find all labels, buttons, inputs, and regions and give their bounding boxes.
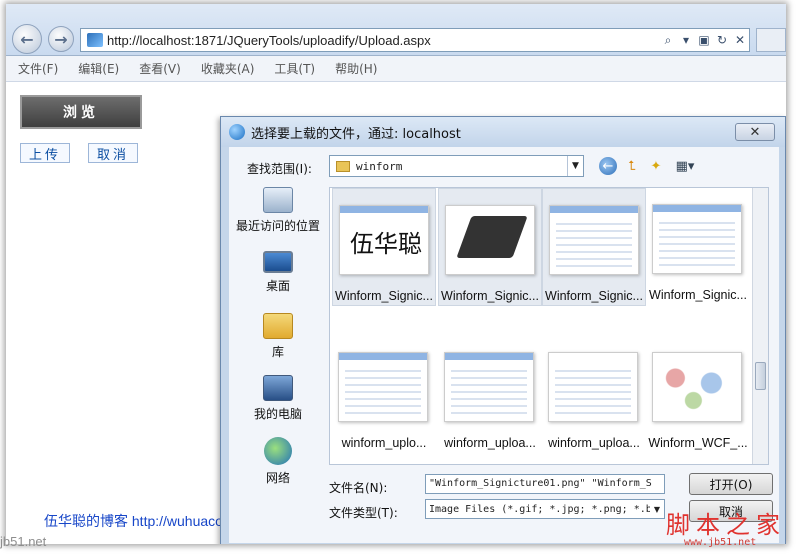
file-item[interactable]: Winform_Signic... — [438, 188, 542, 306]
file-thumbnail — [444, 352, 534, 422]
menu-view[interactable]: 查看(V) — [139, 60, 181, 77]
place-network-label: 网络 — [265, 471, 290, 485]
back-button[interactable]: ← — [12, 24, 42, 54]
menu-tools[interactable]: 工具(T) — [274, 60, 315, 77]
browse-button[interactable]: 浏览 — [20, 95, 142, 129]
file-list: 伍华聪 Winform_Signic... Winform_Signic... … — [329, 187, 769, 465]
filename-label: 文件名(N): — [329, 481, 388, 495]
file-item[interactable]: winform_uploa... — [438, 336, 542, 454]
lookin-dropdown[interactable]: winform ▼ — [329, 155, 584, 177]
dialog-body: 查找范围(I): winform ▼ ← ⮤ ✦ ▦▾ 最近访问的位置 桌面 库… — [229, 147, 779, 543]
file-item[interactable]: Winform_Signic... — [542, 188, 646, 306]
dialog-title: 选择要上载的文件，通过: localhost — [251, 126, 461, 142]
library-icon — [263, 313, 293, 339]
place-library-label: 库 — [271, 345, 284, 359]
menu-bar: 文件(F) 编辑(E) 查看(V) 收藏夹(A) 工具(T) 帮助(H) — [6, 56, 786, 82]
filetype-select[interactable]: Image Files (*.gif; *.jpg; *.png; *.b ▼ — [425, 499, 665, 519]
file-name: Winform_Signic... — [649, 288, 747, 302]
file-name: winform_uplo... — [341, 436, 427, 450]
lookin-value: winform — [356, 159, 403, 173]
menu-file[interactable]: 文件(F) — [18, 60, 58, 77]
back-icon[interactable]: ← — [599, 157, 617, 175]
file-name: Winform_Signic... — [545, 289, 643, 303]
place-computer-label: 我的电脑 — [253, 407, 302, 421]
close-icon: ✕ — [749, 124, 761, 140]
file-open-dialog: 选择要上载的文件，通过: localhost ✕ 查找范围(I): winfor… — [220, 116, 786, 544]
page-icon — [87, 33, 103, 47]
address-bar[interactable]: http://localhost:1871/JQueryTools/upload… — [80, 28, 750, 52]
site-watermark-left: jb51.net — [0, 534, 47, 549]
forward-arrow-icon: → — [54, 29, 68, 49]
computer-icon — [263, 375, 293, 401]
compatibility-icon[interactable]: ▣ — [695, 33, 713, 47]
file-item[interactable]: Winform_WCF_... — [646, 336, 750, 454]
scrollbar-thumb[interactable] — [755, 362, 766, 390]
lookin-label: 查找范围(I): — [247, 162, 312, 176]
browser-toolbar: ← → http://localhost:1871/JQueryTools/up… — [6, 4, 786, 56]
refresh-icon[interactable]: ↻ — [713, 33, 731, 47]
stop-icon[interactable]: ✕ — [731, 33, 749, 47]
file-item[interactable]: winform_uploa... — [542, 336, 646, 454]
file-thumbnail — [652, 204, 742, 274]
dialog-close-button[interactable]: ✕ — [735, 123, 775, 141]
file-thumbnail — [548, 352, 638, 422]
new-folder-icon[interactable]: ✦ — [647, 157, 665, 175]
file-name: Winform_Signic... — [441, 289, 539, 303]
file-thumbnail — [338, 352, 428, 422]
screenshot-frame: ← → http://localhost:1871/JQueryTools/up… — [6, 4, 786, 544]
file-thumbnail — [652, 352, 742, 422]
file-list-scrollbar[interactable] — [752, 188, 768, 464]
filetype-value: Image Files (*.gif; *.jpg; *.png; *.b — [429, 503, 650, 515]
place-computer[interactable]: 我的电脑 — [229, 375, 327, 422]
search-icon[interactable]: ⌕ — [659, 33, 677, 48]
place-recent[interactable]: 最近访问的位置 — [229, 187, 327, 234]
file-name: Winform_WCF_... — [648, 436, 748, 450]
tab-favicon[interactable] — [756, 28, 786, 52]
chevron-down-icon[interactable]: ▼ — [650, 505, 664, 514]
file-item[interactable]: winform_uplo... — [332, 336, 436, 454]
address-text[interactable]: http://localhost:1871/JQueryTools/upload… — [107, 33, 659, 48]
chevron-down-icon[interactable]: ▼ — [567, 156, 583, 176]
recent-places-icon — [263, 187, 293, 213]
open-button[interactable]: 打开(O) — [689, 473, 773, 495]
view-menu-icon[interactable]: ▦▾ — [671, 157, 699, 175]
file-item[interactable]: Winform_Signic... — [646, 188, 750, 306]
place-network[interactable]: 网络 — [229, 437, 327, 486]
place-recent-label: 最近访问的位置 — [235, 219, 320, 233]
file-name: winform_uploa... — [548, 436, 640, 450]
file-name: winform_uploa... — [444, 436, 536, 450]
filename-input[interactable]: "Winform_Signicture01.png" "Winform_S — [425, 474, 665, 494]
places-bar: 最近访问的位置 桌面 库 我的电脑 网络 — [229, 187, 327, 487]
place-desktop[interactable]: 桌面 — [229, 251, 327, 294]
menu-favorites[interactable]: 收藏夹(A) — [201, 60, 255, 77]
back-arrow-icon: ← — [20, 29, 34, 49]
file-name: Winform_Signic... — [335, 289, 433, 303]
dropdown-arrow-icon[interactable]: ▾ — [677, 33, 695, 47]
file-thumbnail: 伍华聪 — [339, 205, 429, 275]
dialog-titlebar[interactable]: 选择要上载的文件，通过: localhost — [221, 117, 785, 147]
upload-button[interactable]: 上传 — [20, 143, 70, 163]
folder-icon — [336, 160, 350, 172]
forward-button[interactable]: → — [48, 26, 74, 52]
menu-edit[interactable]: 编辑(E) — [78, 60, 119, 77]
file-thumbnail — [445, 205, 535, 275]
place-library[interactable]: 库 — [229, 313, 327, 360]
desktop-icon — [263, 251, 293, 273]
cancel-upload-button[interactable]: 取消 — [88, 143, 138, 163]
menu-help[interactable]: 帮助(H) — [335, 60, 377, 77]
file-thumbnail — [549, 205, 639, 275]
file-item[interactable]: 伍华聪 Winform_Signic... — [332, 188, 436, 306]
up-folder-icon[interactable]: ⮤ — [623, 157, 641, 175]
site-watermark-url: www.jb51.net — [684, 537, 757, 548]
network-icon — [264, 437, 292, 465]
filetype-label: 文件类型(T): — [329, 506, 398, 520]
ie-icon — [229, 124, 245, 140]
site-watermark-logo: 脚本之家 — [666, 511, 786, 539]
place-desktop-label: 桌面 — [265, 279, 290, 293]
